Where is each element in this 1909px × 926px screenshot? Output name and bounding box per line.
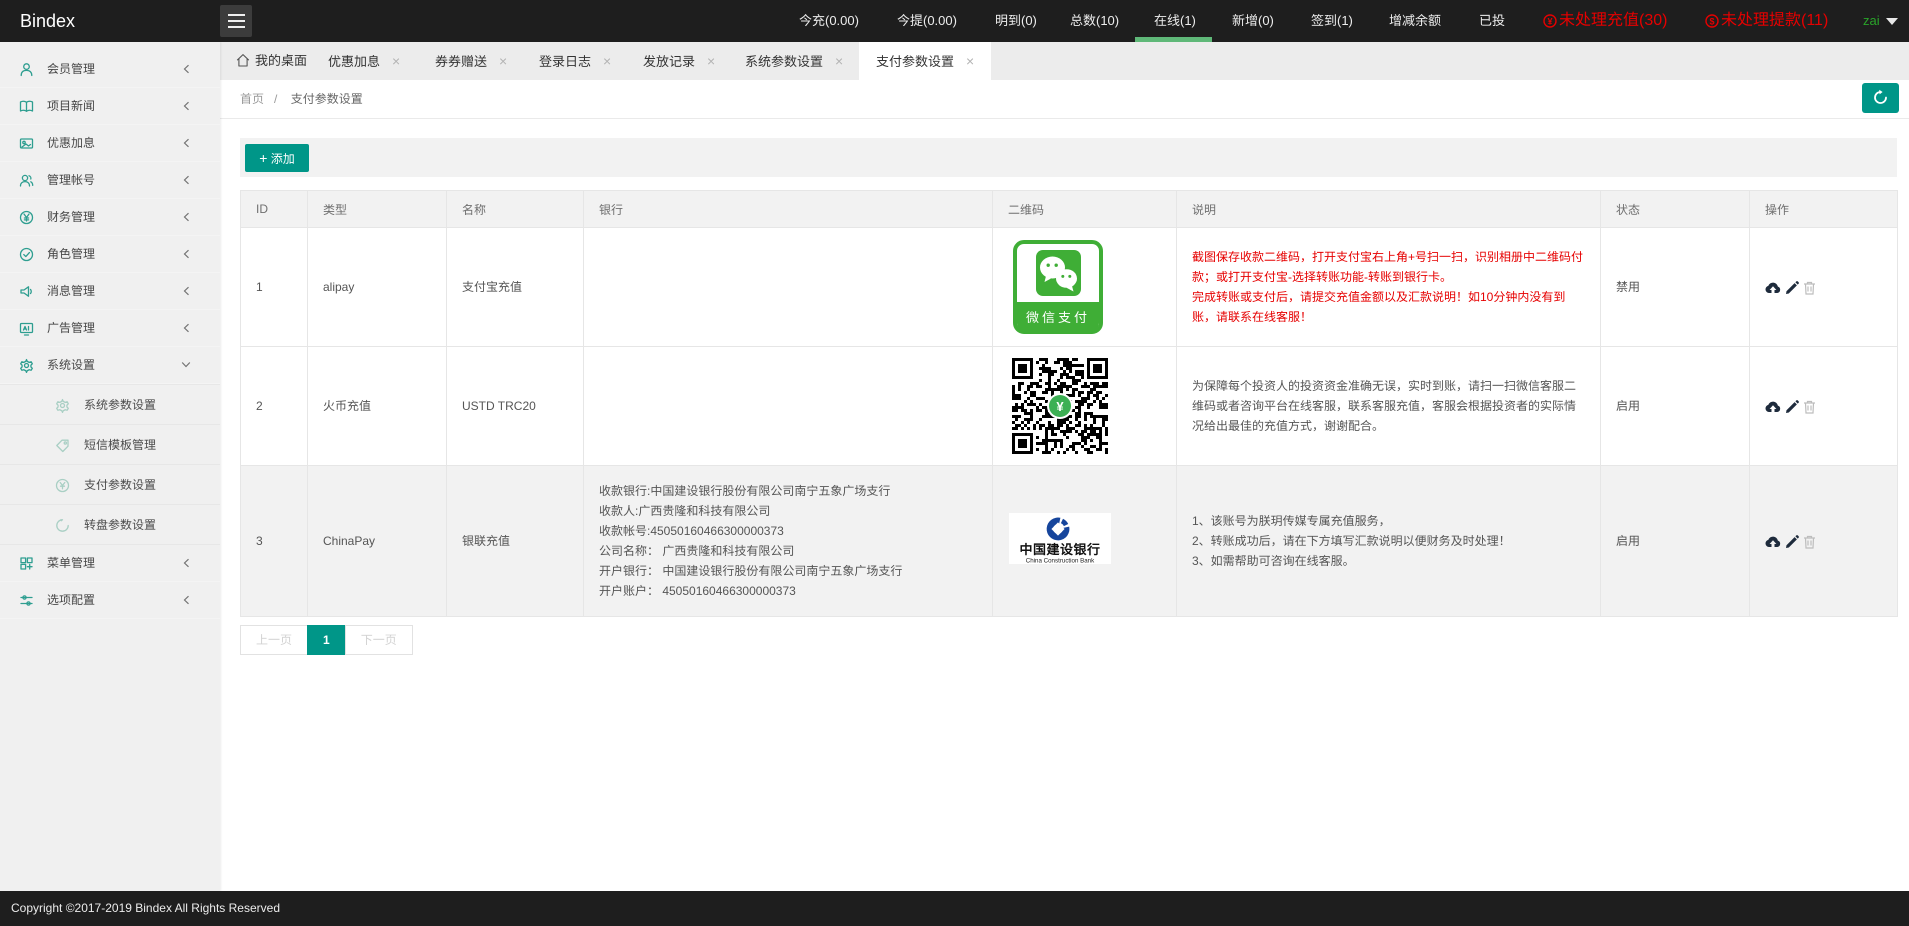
svg-text:China Construction Bank: China Construction Bank xyxy=(1026,558,1095,565)
svg-text:¥: ¥ xyxy=(1547,17,1552,27)
svg-text:$: $ xyxy=(1709,17,1714,27)
svg-text:¥: ¥ xyxy=(1056,399,1064,414)
svg-text:中国建设银行: 中国建设银行 xyxy=(1019,539,1100,558)
svg-text:微信支付: 微信支付 xyxy=(1026,307,1090,326)
